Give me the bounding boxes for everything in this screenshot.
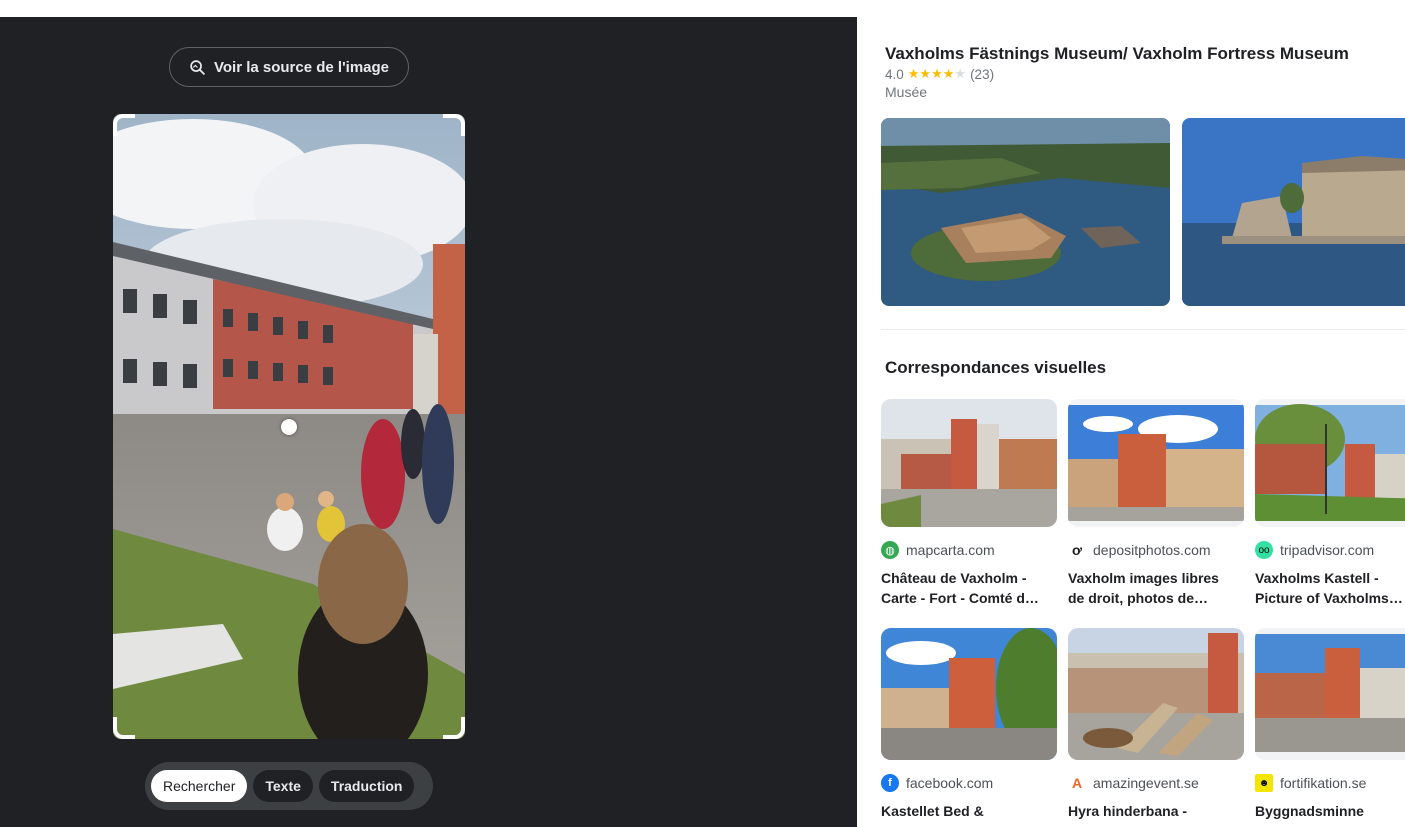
facebook-icon: f	[881, 774, 899, 792]
results-panel: Vaxholms Fästnings Museum/ Vaxholm Fortr…	[857, 17, 1405, 827]
visual-match-image[interactable]	[881, 399, 1057, 527]
mode-translate-tab[interactable]: Traduction	[318, 770, 415, 802]
knowledge-panel-image-2[interactable]	[1182, 118, 1405, 306]
visual-match-title[interactable]: Vaxholm images libres	[1068, 568, 1244, 588]
source-domain: tripadvisor.com	[1280, 542, 1375, 558]
globe-icon: ◍	[881, 541, 899, 559]
crop-handle-top-left[interactable]	[113, 114, 135, 136]
visual-match-title[interactable]: Château de Vaxholm -	[881, 568, 1057, 588]
visual-match-image[interactable]	[1068, 628, 1244, 760]
star-rating-icons: ★★★★★	[907, 66, 967, 81]
rating-value: 4.0	[885, 66, 904, 82]
visual-match-card[interactable]: oo tripadvisor.com Vaxholms Kastell - Pi…	[1255, 399, 1405, 608]
visual-match-source[interactable]: ơ depositphotos.com	[1068, 541, 1244, 559]
visual-match-title-line2[interactable]: Picture of Vaxholms…	[1255, 588, 1405, 608]
visual-match-source[interactable]: ◍ mapcarta.com	[881, 541, 1057, 559]
selected-image-crop[interactable]	[113, 114, 465, 739]
visual-match-card[interactable]: ☻ fortifikation.se Byggnadsminne	[1255, 628, 1405, 821]
visual-match-source[interactable]: oo tripadvisor.com	[1255, 541, 1405, 559]
knowledge-panel-title[interactable]: Vaxholms Fästnings Museum/ Vaxholm Fortr…	[885, 44, 1349, 64]
visual-match-card[interactable]: ơ depositphotos.com Vaxholm images libre…	[1068, 399, 1244, 608]
knowledge-panel-image-1[interactable]	[881, 118, 1170, 306]
object-focus-dot[interactable]	[281, 419, 297, 435]
visual-match-title[interactable]: Byggnadsminne	[1255, 801, 1405, 821]
visual-match-card[interactable]: A amazingevent.se Hyra hinderbana -	[1068, 628, 1244, 821]
visual-match-title-line2[interactable]: de droit, photos de…	[1068, 588, 1244, 608]
crop-handle-bottom-right[interactable]	[443, 717, 465, 739]
depositphotos-icon: ơ	[1068, 541, 1086, 559]
knowledge-panel-type: Musée	[885, 84, 928, 100]
knowledge-panel-rating: 4.0 ★★★★★ (23)	[885, 66, 994, 82]
source-domain: facebook.com	[906, 775, 994, 791]
image-search-icon	[190, 59, 205, 75]
review-count[interactable]: (23)	[970, 67, 994, 82]
mode-selector: Rechercher Texte Traduction	[145, 762, 433, 810]
view-image-source-label: Voir la source de l'image	[213, 58, 390, 76]
visual-match-title[interactable]: Hyra hinderbana -	[1068, 801, 1244, 821]
visual-match-title[interactable]: Vaxholms Kastell -	[1255, 568, 1405, 588]
section-divider	[881, 329, 1405, 330]
source-domain: amazingevent.se	[1093, 775, 1199, 791]
visual-matches-heading: Correspondances visuelles	[885, 358, 1107, 377]
crop-handle-bottom-left[interactable]	[113, 717, 135, 739]
visual-match-source[interactable]: A amazingevent.se	[1068, 774, 1244, 792]
crop-handle-top-right[interactable]	[443, 114, 465, 136]
visual-match-source[interactable]: ☻ fortifikation.se	[1255, 774, 1405, 792]
visual-match-card[interactable]: ◍ mapcarta.com Château de Vaxholm - Cart…	[881, 399, 1057, 608]
source-domain: depositphotos.com	[1093, 542, 1211, 558]
visual-match-image[interactable]	[1255, 399, 1405, 527]
owl-icon: oo	[1255, 541, 1273, 559]
visual-match-image[interactable]	[1068, 399, 1244, 527]
visual-match-card[interactable]: f facebook.com Kastellet Bed &	[881, 628, 1057, 821]
amazingevent-icon: A	[1068, 774, 1086, 792]
view-image-source-button[interactable]: Voir la source de l'image	[169, 47, 409, 87]
fortifikation-icon: ☻	[1255, 774, 1273, 792]
image-viewer: Voir la source de l'image Rechercher Tex…	[0, 17, 857, 827]
top-bar	[0, 0, 1405, 17]
visual-match-title[interactable]: Kastellet Bed &	[881, 801, 1057, 821]
visual-match-image[interactable]	[881, 628, 1057, 760]
source-domain: fortifikation.se	[1280, 775, 1367, 791]
visual-match-source[interactable]: f facebook.com	[881, 774, 1057, 792]
visual-match-image[interactable]	[1255, 628, 1405, 760]
source-domain: mapcarta.com	[906, 542, 995, 558]
mode-text-tab[interactable]: Texte	[253, 770, 313, 802]
visual-match-title-line2[interactable]: Carte - Fort - Comté d…	[881, 588, 1057, 608]
mode-search-tab[interactable]: Rechercher	[151, 770, 248, 802]
